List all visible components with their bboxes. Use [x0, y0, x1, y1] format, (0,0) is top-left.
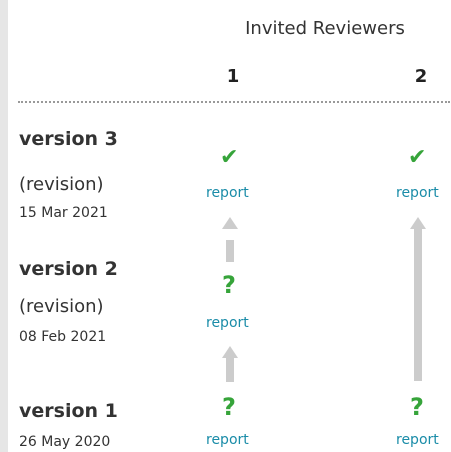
reviewers-title: Invited Reviewers — [245, 18, 405, 39]
v1-reviewer-2-report-link[interactable]: report — [396, 432, 439, 448]
left-rail — [0, 0, 8, 452]
arrow-up-icon — [410, 217, 426, 229]
arrow-shaft — [226, 358, 234, 382]
question-icon: ? — [222, 393, 236, 421]
v1-reviewer-1-report-link[interactable]: report — [206, 432, 249, 448]
v2-reviewer-1-report-link[interactable]: report — [206, 315, 249, 331]
question-icon: ? — [222, 271, 236, 299]
version-2-date: 08 Feb 2021 — [19, 329, 107, 345]
reviewer-1-header: 1 — [226, 66, 240, 87]
check-icon: ✔ — [408, 145, 427, 170]
version-3-note: (revision) — [19, 174, 104, 195]
arrow-shaft — [226, 240, 234, 262]
version-1-label: version 1 — [19, 400, 118, 422]
reviewer-2-header: 2 — [414, 66, 428, 87]
header-divider — [18, 101, 450, 103]
check-icon: ✔ — [220, 145, 239, 170]
v3-reviewer-2-report-link[interactable]: report — [396, 185, 439, 201]
version-3-date: 15 Mar 2021 — [19, 205, 108, 221]
version-3-label: version 3 — [19, 128, 118, 150]
arrow-up-icon — [222, 346, 238, 358]
question-icon: ? — [410, 393, 424, 421]
version-2-note: (revision) — [19, 296, 104, 317]
version-1-date: 26 May 2020 — [19, 434, 111, 450]
arrow-up-icon — [222, 217, 238, 229]
version-2-label: version 2 — [19, 258, 118, 280]
v3-reviewer-1-report-link[interactable]: report — [206, 185, 249, 201]
arrow-shaft — [414, 229, 422, 381]
